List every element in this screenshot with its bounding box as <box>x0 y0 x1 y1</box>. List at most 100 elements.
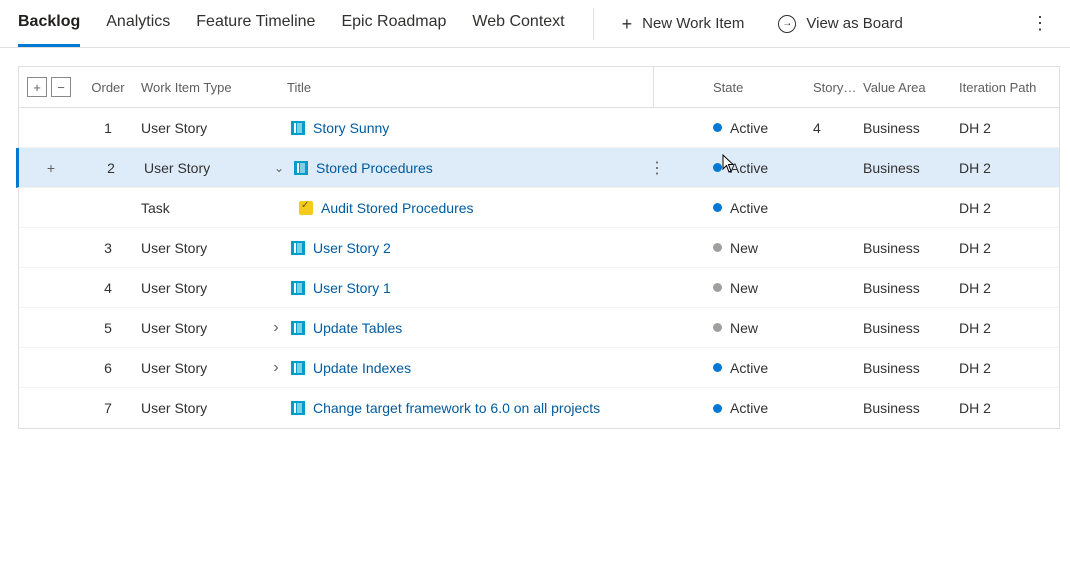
tab-feature-timeline[interactable]: Feature Timeline <box>196 0 315 47</box>
row-order: 2 <box>80 160 142 176</box>
row-state: New <box>713 240 813 256</box>
user-story-icon <box>291 241 305 255</box>
row-type: User Story <box>139 320 259 336</box>
work-item-title-link[interactable]: Update Indexes <box>313 360 411 376</box>
table-row[interactable]: 3User Story User Story 2 New BusinessDH 2 <box>19 228 1059 268</box>
state-dot-icon <box>713 283 722 292</box>
table-row[interactable]: 4User StoryUser Story 1NewBusinessDH 2 <box>19 268 1059 308</box>
row-value-area: Business <box>863 360 959 376</box>
chevron-right-icon[interactable]: › <box>269 359 283 377</box>
row-state: New <box>713 320 813 336</box>
row-type: User Story <box>139 360 259 376</box>
work-item-title-link[interactable]: Change target framework to 6.0 on all pr… <box>313 400 600 416</box>
table-row[interactable]: 5User Story›Update TablesNewBusinessDH 2 <box>19 308 1059 348</box>
state-dot-icon <box>713 203 722 212</box>
row-type: User Story <box>139 120 259 136</box>
state-dot-icon <box>713 323 722 332</box>
row-order: 1 <box>77 120 139 136</box>
row-order: 5 <box>77 320 139 336</box>
tabs: Backlog Analytics Feature Timeline Epic Roa… <box>18 0 565 47</box>
view-as-board-label: View as Board <box>806 15 902 32</box>
row-iteration: DH 2 <box>959 120 1059 136</box>
row-value-area: Business <box>863 240 959 256</box>
state-dot-icon <box>713 243 722 252</box>
work-item-title-link[interactable]: User Story 2 <box>313 240 391 256</box>
user-story-icon <box>291 321 305 335</box>
row-value-area: Business <box>863 400 959 416</box>
column-divider <box>653 67 654 107</box>
chevron-down-icon[interactable]: ⌄ <box>272 161 286 175</box>
expand-all-button[interactable]: + <box>27 77 47 97</box>
row-order: 4 <box>77 280 139 296</box>
row-iteration: DH 2 <box>959 240 1059 256</box>
work-item-title-link[interactable]: Stored Procedures <box>316 160 433 176</box>
row-state: Active <box>713 360 813 376</box>
header-title[interactable]: Title <box>259 80 713 95</box>
row-state: Active <box>713 200 813 216</box>
row-iteration: DH 2 <box>959 360 1059 376</box>
row-title-cell: › Update Tables <box>259 319 713 337</box>
header-value[interactable]: Value Area <box>863 80 959 95</box>
header-iter[interactable]: Iteration Path <box>959 80 1059 95</box>
row-order: 3 <box>77 240 139 256</box>
header-order[interactable]: Order <box>77 80 139 95</box>
row-state: Active <box>713 160 813 176</box>
backlog-table: + − Order Work Item Type Title State Sto… <box>18 66 1060 429</box>
table-row[interactable]: 7User StoryChange target framework to 6.… <box>19 388 1059 428</box>
work-item-title-link[interactable]: User Story 1 <box>313 280 391 296</box>
state-dot-icon <box>713 123 722 132</box>
row-story-points: 4 <box>813 120 863 136</box>
row-iteration: DH 2 <box>959 200 1059 216</box>
row-title-cell: User Story 1 <box>259 280 713 296</box>
table-header: + − Order Work Item Type Title State Sto… <box>19 66 1059 108</box>
tab-web-context[interactable]: Web Context <box>472 0 564 47</box>
nav-separator <box>593 8 594 40</box>
row-title-cell: › Update Indexes <box>259 359 713 377</box>
header-state[interactable]: State <box>713 80 813 95</box>
view-as-board-button[interactable]: → View as Board <box>778 15 902 33</box>
row-type: User Story <box>139 240 259 256</box>
task-icon <box>299 201 313 215</box>
user-story-icon <box>294 161 308 175</box>
row-type: User Story <box>139 400 259 416</box>
work-item-title-link[interactable]: Story Sunny <box>313 120 389 136</box>
row-type: Task <box>139 200 259 216</box>
row-iteration: DH 2 <box>959 160 1059 176</box>
collapse-all-button[interactable]: − <box>51 77 71 97</box>
chevron-right-icon[interactable]: › <box>269 319 283 337</box>
more-options-button[interactable]: ⋮ <box>1028 13 1052 34</box>
tab-analytics[interactable]: Analytics <box>106 0 170 47</box>
row-state: New <box>713 280 813 296</box>
table-row[interactable]: 1User Story Story Sunny Active4BusinessDH … <box>19 108 1059 148</box>
kebab-icon: ⋮ <box>1031 13 1049 34</box>
user-story-icon <box>291 401 305 415</box>
user-story-icon <box>291 361 305 375</box>
row-title-cell: Change target framework to 6.0 on all pr… <box>259 400 713 416</box>
work-item-title-link[interactable]: Update Tables <box>313 320 402 336</box>
header-type[interactable]: Work Item Type <box>139 80 259 95</box>
row-title-cell: Audit Stored Procedures <box>259 200 713 216</box>
row-iteration: DH 2 <box>959 280 1059 296</box>
table-row[interactable]: Task Audit Stored Procedures Active DH 2 <box>19 188 1059 228</box>
plus-icon: + <box>622 15 633 33</box>
tab-backlog[interactable]: Backlog <box>18 0 80 47</box>
row-state: Active <box>713 400 813 416</box>
new-work-item-button[interactable]: + New Work Item <box>622 15 745 33</box>
state-dot-icon <box>713 404 722 413</box>
table-row[interactable]: +2User Story⌄Stored Procedures⋮ActiveBus… <box>16 148 1059 188</box>
tab-epic-roadmap[interactable]: Epic Roadmap <box>341 0 446 47</box>
row-order: 6 <box>77 360 139 376</box>
row-type: User Story <box>142 160 262 176</box>
work-item-title-link[interactable]: Audit Stored Procedures <box>321 200 474 216</box>
add-child-button[interactable]: + <box>43 160 59 176</box>
row-title-cell: Story Sunny <box>259 120 713 136</box>
table-row[interactable]: 6User Story › Update Indexes Active Business… <box>19 348 1059 388</box>
row-iteration: DH 2 <box>959 400 1059 416</box>
row-title-cell: ⌄ Stored Procedures <box>262 160 713 176</box>
row-state: Active <box>713 120 813 136</box>
header-story[interactable]: Story… <box>813 80 863 95</box>
row-value-area: Business <box>863 120 959 136</box>
row-context-menu-button[interactable]: ⋮ <box>649 158 665 178</box>
state-dot-icon <box>713 163 722 172</box>
new-work-item-label: New Work Item <box>642 15 744 32</box>
